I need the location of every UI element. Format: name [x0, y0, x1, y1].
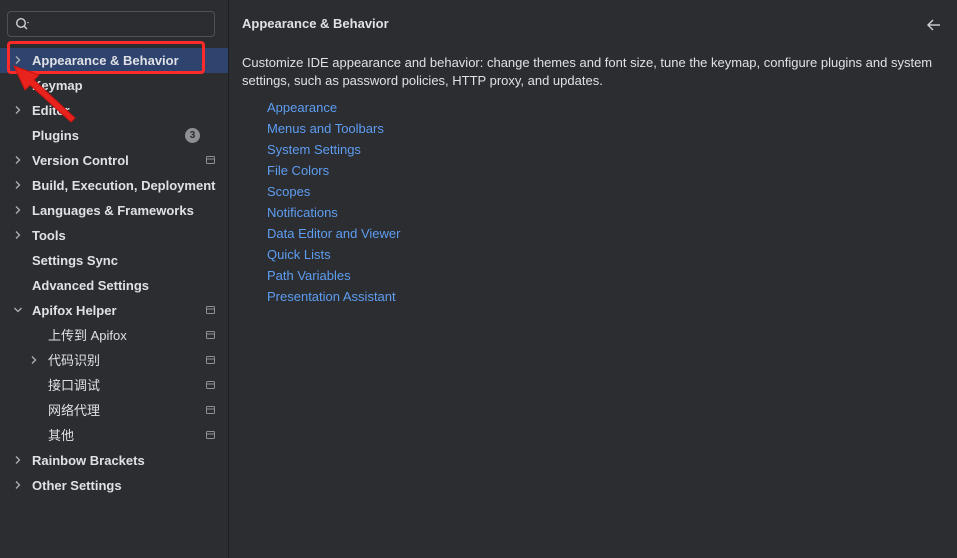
sidebar-item-label: Plugins [32, 128, 79, 143]
sidebar-item-label: Appearance & Behavior [32, 53, 179, 68]
link-system-settings[interactable]: System Settings [267, 139, 400, 160]
sidebar-item-label: Other Settings [32, 478, 122, 493]
sidebar-item-label: Advanced Settings [32, 278, 150, 293]
chevron-right-icon[interactable] [13, 155, 23, 165]
settings-search-box[interactable] [7, 11, 215, 37]
link-data-editor-and-viewer[interactable]: Data Editor and Viewer [267, 223, 400, 244]
chevron-right-icon[interactable] [13, 105, 23, 115]
sidebar-item-label: 接口调试 [48, 378, 101, 393]
sidebar-item-plugins[interactable]: Plugins 3 [0, 123, 228, 148]
sidebar-item-15[interactable]: 其他 [0, 423, 228, 448]
link-notifications[interactable]: Notifications [267, 202, 400, 223]
sidebar-item-editor[interactable]: Editor [0, 98, 228, 123]
sidebar-item-label: Version Control [32, 153, 129, 168]
link-menus-and-toolbars[interactable]: Menus and Toolbars [267, 118, 400, 139]
chevron-right-icon[interactable] [13, 180, 23, 190]
sidebar-item-apifox[interactable]: 上传到 Apifox [0, 323, 228, 348]
sidebar-item-label: Tools [32, 228, 66, 243]
section-description: Customize IDE appearance and behavior: c… [242, 55, 933, 88]
chevron-right-icon[interactable] [13, 230, 23, 240]
project-scope-icon [206, 381, 215, 389]
sidebar-item-advanced-settings[interactable]: Advanced Settings [0, 273, 228, 298]
sidebar-item-rainbow-brackets[interactable]: Rainbow Brackets [0, 448, 228, 473]
settings-sidebar: Appearance & Behavior Keymap Editor Plugins… [0, 0, 228, 558]
subsection-links: Appearance Menus and Toolbars System Setti… [267, 97, 400, 307]
project-scope-icon [206, 331, 215, 339]
project-scope-icon [206, 156, 215, 164]
link-file-colors[interactable]: File Colors [267, 160, 400, 181]
sidebar-item-settings-sync[interactable]: Settings Sync [0, 248, 228, 273]
sidebar-item-13[interactable]: 接口调试 [0, 373, 228, 398]
plugins-count-badge: 3 [185, 128, 200, 143]
chevron-right-icon[interactable] [13, 480, 23, 490]
back-arrow-icon[interactable] [927, 19, 941, 31]
chevron-right-icon[interactable] [13, 455, 23, 465]
sidebar-item-label: Languages & Frameworks [32, 203, 194, 218]
sidebar-item-keymap[interactable]: Keymap [0, 73, 228, 98]
link-quick-lists[interactable]: Quick Lists [267, 244, 400, 265]
project-scope-icon [206, 431, 215, 439]
sidebar-item-label: Editor [32, 103, 70, 118]
search-icon [15, 17, 29, 30]
sidebar-item-other-settings[interactable]: Other Settings [0, 473, 228, 498]
sidebar-item-label: Rainbow Brackets [32, 453, 145, 468]
chevron-right-icon[interactable] [29, 355, 39, 365]
sidebar-item-appearance-behavior[interactable]: Appearance & Behavior [0, 48, 228, 73]
chevron-right-icon[interactable] [13, 55, 23, 65]
sidebar-item-label: 网络代理 [48, 403, 101, 418]
link-appearance[interactable]: Appearance [267, 97, 400, 118]
sidebar-item-build-execution-deployment[interactable]: Build, Execution, Deployment [0, 173, 228, 198]
project-scope-icon [206, 406, 215, 414]
chevron-right-icon[interactable] [13, 205, 23, 215]
sidebar-item-14[interactable]: 网络代理 [0, 398, 228, 423]
sidebar-item-apifox-helper[interactable]: Apifox Helper [0, 298, 228, 323]
sidebar-item-label: Build, Execution, Deployment [32, 178, 216, 193]
sidebar-item-tools[interactable]: Tools [0, 223, 228, 248]
project-scope-icon [206, 306, 215, 314]
link-scopes[interactable]: Scopes [267, 181, 400, 202]
sidebar-item-languages-frameworks[interactable]: Languages & Frameworks [0, 198, 228, 223]
sidebar-item-label: Keymap [32, 78, 83, 93]
sidebar-item-label: 代码识别 [48, 353, 101, 368]
settings-content: Appearance & Behavior Customize IDE appe… [229, 0, 957, 558]
page-title: Appearance & Behavior [242, 16, 389, 31]
settings-tree: Appearance & Behavior Keymap Editor Plugins… [0, 48, 228, 498]
sidebar-item-label: Apifox Helper [32, 303, 117, 318]
sidebar-item-12[interactable]: 代码识别 [0, 348, 228, 373]
sidebar-item-label: Settings Sync [32, 253, 118, 268]
sidebar-item-label: 其他 [48, 428, 75, 443]
chevron-down-icon[interactable] [13, 305, 23, 315]
link-path-variables[interactable]: Path Variables [267, 265, 400, 286]
sidebar-item-label: 上传到 Apifox [48, 328, 127, 343]
sidebar-item-version-control[interactable]: Version Control [0, 148, 228, 173]
link-presentation-assistant[interactable]: Presentation Assistant [267, 286, 400, 307]
project-scope-icon [206, 356, 215, 364]
